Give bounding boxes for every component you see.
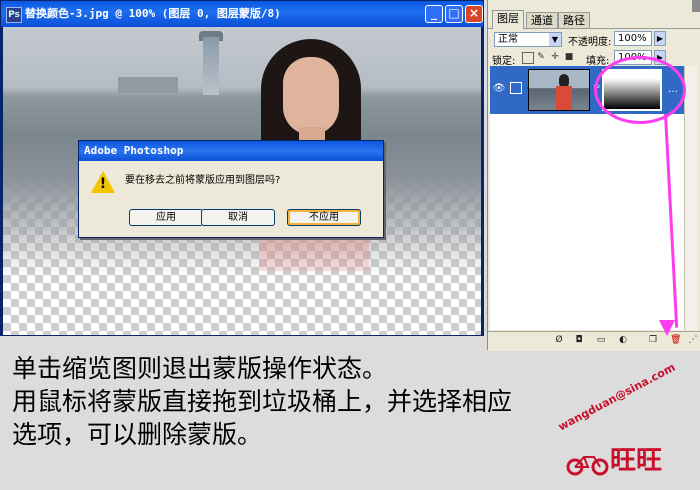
lock-move-icon[interactable]: ✛ [550, 52, 560, 62]
document-titlebar[interactable]: Ps 替换颜色-3.jpg @ 100% (图层 0, 图层蒙版/8) _ □ … [1, 1, 483, 27]
adjustment-layer-icon[interactable]: ◐ [618, 335, 628, 346]
blend-mode-value: 正常 [498, 34, 518, 45]
opacity-label: 不透明度: [568, 37, 612, 48]
tab-paths[interactable]: 路径 [558, 12, 590, 28]
apply-mask-dialog: Adobe Photoshop ! 要在移去之前将蒙版应用到图层吗? 应用 取消… [78, 140, 384, 238]
document-title: 替换颜色-3.jpg @ 100% (图层 0, 图层蒙版/8) [25, 7, 281, 20]
minimize-button[interactable]: _ [425, 5, 443, 23]
photoshop-app-icon: Ps [6, 7, 22, 23]
chevron-down-icon: ▼ [549, 33, 561, 46]
lighthouse [203, 37, 219, 95]
layer-style-icon[interactable]: Ø [554, 335, 564, 346]
trash-icon[interactable]: 🗑 [670, 335, 681, 346]
eye-icon[interactable]: 👁 [492, 82, 506, 96]
new-layer-icon[interactable]: ❐ [648, 335, 658, 346]
brush-link-icon[interactable] [510, 82, 522, 94]
add-mask-icon[interactable]: ◘ [574, 335, 584, 346]
watermark-name: 旺旺 [610, 446, 663, 476]
lock-label: 锁定: [492, 56, 516, 67]
thumbnail-figure-body [556, 86, 572, 110]
dialog-title[interactable]: Adobe Photoshop [79, 141, 383, 161]
tab-channels[interactable]: 通道 [526, 12, 558, 28]
lock-all-icon[interactable]: ■ [564, 52, 574, 62]
chevron-right-icon: ▶ [655, 32, 665, 45]
lock-transparency-icon[interactable] [522, 52, 534, 64]
maximize-button[interactable]: □ [445, 5, 463, 23]
close-button[interactable]: × [465, 5, 483, 23]
warning-icon-mark: ! [99, 176, 107, 192]
cancel-button[interactable]: 取消 [201, 209, 275, 226]
dialog-message: 要在移去之前将蒙版应用到图层吗? [125, 175, 281, 186]
resize-grip-icon[interactable]: ⋰ [688, 335, 698, 346]
blend-mode-select[interactable]: 正常 ▼ [494, 32, 562, 47]
distant-building [118, 77, 178, 93]
watermark: wangduan@sina.com 旺旺 [548, 361, 690, 486]
panel-tabs: 图层 通道 路径 [488, 10, 700, 29]
dont-apply-button[interactable]: 不应用 [287, 209, 361, 226]
opacity-slider-toggle[interactable]: ▶ [654, 31, 666, 46]
apply-button[interactable]: 应用 [129, 209, 203, 226]
person-face [283, 57, 339, 135]
layers-list-empty-area [490, 114, 684, 330]
caption-line-1: 单击缩览图则退出蒙版操作状态。 [12, 354, 388, 383]
mask-highlight-ellipse [594, 56, 686, 124]
new-group-icon[interactable]: ▭ [596, 335, 606, 346]
opacity-value: 100% [618, 33, 647, 44]
fill-label: 填充: [586, 56, 610, 67]
drag-arrow-head [659, 320, 675, 336]
tab-layers[interactable]: 图层 [492, 10, 524, 29]
opacity-input[interactable]: 100% [614, 31, 652, 46]
bicycle-logo-icon [566, 456, 609, 476]
layers-scrollbar[interactable] [684, 66, 698, 330]
lock-brush-icon[interactable]: ✎ [536, 52, 546, 62]
layer-thumbnail[interactable] [528, 69, 590, 111]
